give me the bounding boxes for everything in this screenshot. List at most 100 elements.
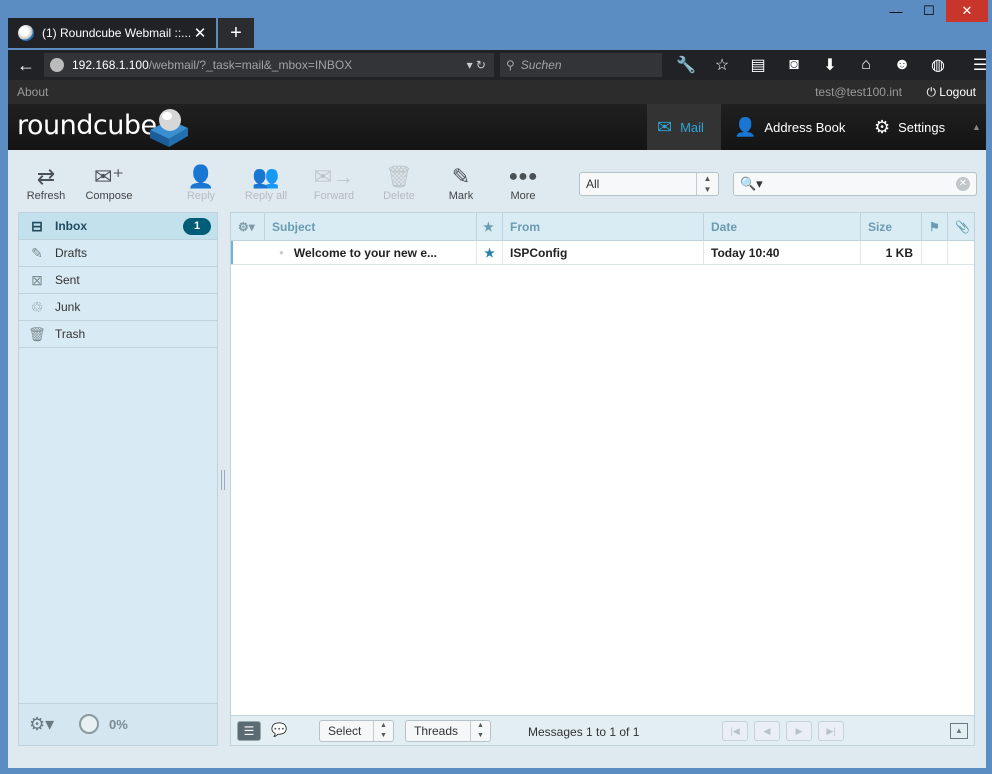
folder-trash-label: Trash	[55, 327, 86, 341]
window-close-button[interactable]: ✕	[946, 0, 988, 22]
folder-drafts-label: Drafts	[55, 246, 88, 260]
minimize-button[interactable]: —	[880, 0, 912, 22]
list-options-gear-icon[interactable]: ⚙▾	[238, 220, 255, 234]
mark-pen-icon: ✎	[451, 164, 471, 189]
flagged-column-header[interactable]: ★	[477, 213, 503, 241]
url-dropdown-reload-icon[interactable]: ▾ ↻	[467, 58, 486, 72]
reply-all-button[interactable]: 👥 Reply all	[236, 164, 296, 202]
title-bar: (1) Roundcube Webmail ::... ✕ + — ☐ ✕	[0, 0, 992, 48]
date-column-header[interactable]: Date	[704, 213, 861, 241]
select-dropdown[interactable]: Select ▲ ▼	[319, 720, 394, 742]
refresh-icon: ⇄	[36, 164, 56, 189]
reply-all-label: Reply all	[244, 190, 288, 202]
tab-settings-label: Settings	[898, 119, 946, 135]
compose-button[interactable]: ✉⁺ Compose	[79, 164, 139, 202]
trash-icon: 🗑	[28, 325, 46, 342]
about-link[interactable]: About	[17, 85, 48, 99]
pocket-icon[interactable]: ◙	[776, 56, 812, 74]
flagged-star-icon[interactable]: ★	[484, 246, 495, 260]
filter-value: All	[586, 177, 600, 191]
globe-icon[interactable]: ◍	[920, 55, 956, 75]
menu-icon[interactable]: ☰	[962, 55, 992, 75]
logout-label: Logout	[939, 85, 976, 99]
list-options-column[interactable]: ⚙▾	[231, 213, 265, 241]
reply-label: Reply	[186, 190, 216, 202]
unread-count-badge: 1	[183, 218, 211, 235]
folder-sent[interactable]: ⊠ Sent	[19, 267, 217, 294]
browser-tab[interactable]: (1) Roundcube Webmail ::... ✕	[8, 18, 216, 48]
flag-column-header[interactable]: ⚑	[922, 213, 948, 241]
url-bar[interactable]: 192.168.1.100 /webmail/?_task=mail&_mbox…	[44, 53, 494, 77]
new-tab-button[interactable]: +	[218, 18, 254, 48]
tab-settings[interactable]: ⚙ Settings	[874, 104, 970, 150]
next-page-button[interactable]: ▶	[786, 721, 812, 741]
threads-view-icon[interactable]: 💬	[271, 722, 287, 738]
search-placeholder: Suchen	[520, 58, 562, 72]
message-count: Messages 1 to 1 of 1	[528, 725, 640, 739]
pane-splitter[interactable]	[221, 470, 225, 490]
folder-junk[interactable]: ♲ Junk	[19, 294, 217, 321]
reply-icon: 👤	[187, 164, 215, 189]
filter-arrows-icon: ▲ ▼	[696, 173, 718, 195]
browser-toolbar-icons: 🔧 ☆ ▤ ◙ ⬇ ⌂ ☻ ◍ ☰	[668, 50, 992, 80]
message-flag-cell[interactable]: ★	[477, 241, 503, 264]
quick-search-input[interactable]: 🔍▾ ✕	[733, 172, 977, 196]
list-view-icon[interactable]: ☰	[237, 721, 261, 741]
previous-page-button[interactable]: ◀	[754, 721, 780, 741]
threads-arrows-icon: ▲ ▼	[470, 721, 490, 741]
refresh-label: Refresh	[26, 190, 66, 202]
from-column-header[interactable]: From	[503, 213, 704, 241]
reply-button[interactable]: 👤 Reply	[171, 164, 231, 202]
chat-icon[interactable]: ☻	[884, 56, 920, 74]
attachment-column-header[interactable]: 📎	[948, 213, 974, 241]
delete-button[interactable]: 🗑 Delete	[369, 164, 429, 202]
navigation-bar: ← 192.168.1.100 /webmail/?_task=mail&_mb…	[8, 50, 987, 80]
logout-link[interactable]: ⏻ Logout	[926, 85, 976, 100]
bookmark-star-icon[interactable]: ☆	[704, 55, 740, 75]
site-info-icon[interactable]	[50, 58, 64, 72]
folder-list: ⊟ Inbox 1 ✎ Drafts ⊠ Sent ♲ Junk 🗑 Trash	[18, 212, 218, 746]
back-arrow-icon[interactable]: ←	[8, 55, 44, 76]
folder-inbox[interactable]: ⊟ Inbox 1	[19, 213, 217, 240]
subject-column-header[interactable]: Subject	[265, 213, 477, 241]
message-status-cell: ● Welcome to your new e...	[231, 241, 477, 264]
roundcube-logo[interactable]: roundcube	[17, 110, 157, 141]
wrench-icon[interactable]: 🔧	[668, 55, 704, 75]
folder-inbox-label: Inbox	[55, 219, 87, 233]
folder-sent-label: Sent	[55, 273, 80, 287]
roundcube-logo-cube-icon	[150, 109, 188, 147]
home-icon[interactable]: ⌂	[848, 56, 884, 74]
last-page-button[interactable]: ▶|	[818, 721, 844, 741]
more-button[interactable]: ●●● More	[493, 164, 553, 202]
maximize-button[interactable]: ☐	[914, 0, 944, 22]
folder-trash[interactable]: 🗑 Trash	[19, 321, 217, 348]
tab-mail[interactable]: ✉ Mail	[647, 104, 721, 150]
inbox-icon: ⊟	[31, 217, 43, 234]
folder-actions-gear-icon[interactable]: ⚙▾	[29, 714, 54, 735]
quota-percentage: 0%	[109, 717, 128, 732]
forward-button[interactable]: ✉→ Forward	[304, 164, 364, 202]
flag-icon: ⚑	[929, 220, 940, 234]
paperclip-icon: 📎	[955, 220, 970, 234]
collapse-header-icon[interactable]: ▲	[972, 122, 981, 132]
power-icon: ⏻	[926, 85, 940, 99]
close-tab-icon[interactable]: ✕	[190, 24, 210, 42]
mark-button[interactable]: ✎ Mark	[431, 164, 491, 202]
pencil-icon: ✎	[31, 244, 43, 261]
reading-list-icon[interactable]: ▤	[740, 55, 776, 75]
toggle-preview-icon[interactable]: ▲	[950, 723, 968, 739]
tab-address-book[interactable]: 👤 Address Book	[734, 104, 864, 150]
clear-search-icon[interactable]: ✕	[956, 177, 970, 191]
search-options-icon[interactable]: 🔍▾	[740, 176, 763, 192]
select-label: Select	[328, 724, 362, 738]
download-icon[interactable]: ⬇	[812, 55, 848, 75]
refresh-button[interactable]: ⇄ Refresh	[16, 164, 76, 202]
browser-search-box[interactable]: ⚲ Suchen	[500, 53, 662, 77]
table-row[interactable]: ● Welcome to your new e... ★ ISPConfig T…	[231, 241, 974, 265]
threads-dropdown[interactable]: Threads ▲ ▼	[405, 720, 491, 742]
size-column-header[interactable]: Size	[861, 213, 922, 241]
filter-select[interactable]: All ▲ ▼	[579, 172, 719, 196]
mark-label: Mark	[448, 190, 474, 202]
first-page-button[interactable]: |◀	[722, 721, 748, 741]
folder-drafts[interactable]: ✎ Drafts	[19, 240, 217, 267]
